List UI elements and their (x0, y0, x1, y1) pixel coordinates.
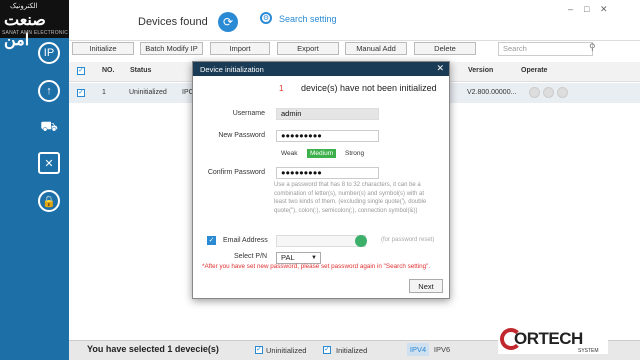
device-initialization-dialog: Device initialization ✕ 1 device(s) have… (192, 61, 450, 299)
dialog-title: Device initialization (200, 65, 264, 74)
col-no: NO. (102, 67, 115, 74)
pn-label: Select P/N (234, 253, 268, 260)
strength-strong: Strong (345, 150, 365, 157)
email-placeholder: (for password reset) (381, 237, 435, 243)
email-field[interactable] (276, 235, 366, 247)
row-no: 1 (102, 89, 106, 96)
initialized-label: Initialized (336, 346, 368, 355)
logo: الکترونیک صنعت امن SANAT AMN ELECTRONIC (0, 0, 69, 49)
password-hint: Use a password that has 8 to 32 characte… (274, 182, 427, 214)
ipv6-tab[interactable]: IPV6 (431, 343, 453, 356)
strength-weak: Weak (281, 150, 298, 157)
search-setting-icon[interactable]: ⚙ (260, 12, 272, 24)
manual-add-button[interactable]: Manual Add (345, 42, 407, 55)
web-icon[interactable] (543, 87, 554, 98)
page-title: Devices found (138, 16, 208, 28)
export-button[interactable]: Export (277, 42, 339, 55)
next-button[interactable]: Next (409, 279, 443, 293)
uninitialized-checkbox[interactable]: ✓ (255, 346, 263, 354)
logo-line3: SANAT AMN ELECTRONIC (2, 30, 69, 36)
uninitialized-count: 1 (279, 84, 284, 93)
search-setting-link[interactable]: Search setting (279, 14, 337, 24)
dialog-title-bar: Device initialization ✕ (193, 62, 449, 76)
row-checkbox[interactable]: ✓ (77, 89, 85, 97)
restore-icon[interactable]: □ (584, 4, 589, 14)
cortech-name: ORTECH (514, 329, 583, 348)
import-button[interactable]: Import (210, 42, 270, 55)
detail-icon[interactable] (557, 87, 568, 98)
col-operate: Operate (521, 67, 548, 74)
email-label: Email Address (223, 237, 268, 244)
select-all-checkbox[interactable]: ✓ (77, 67, 85, 75)
new-password-label: New Password (218, 132, 265, 139)
uninitialized-count-text: device(s) have not been initialized (301, 83, 437, 93)
tools-icon[interactable]: ✕ (38, 152, 60, 174)
row-status: Uninitialized (129, 89, 167, 96)
pn-value: PAL (281, 253, 295, 262)
email-checkbox[interactable]: ✓ (207, 236, 216, 245)
cortech-watermark: ORTECH SYSTEM (498, 326, 608, 354)
username-field: admin (276, 108, 379, 120)
initialized-checkbox[interactable]: ✓ (323, 346, 331, 354)
upgrade-arrow-icon[interactable]: ↑ (38, 80, 60, 102)
initialize-button[interactable]: Initialize (72, 42, 134, 55)
camera-icon[interactable]: ⛟ (38, 116, 60, 138)
col-version: Version (468, 67, 494, 74)
toolbar: Initialize Batch Modify IP Import Export… (0, 42, 596, 58)
search-input[interactable]: Search (498, 42, 593, 56)
logo-line1: الکترونیک (10, 3, 38, 10)
refresh-icon[interactable]: ⟳ (218, 12, 238, 32)
confirm-password-label: Confirm Password (207, 169, 265, 176)
selection-status: You have selected 1 devecie(s) (87, 344, 219, 354)
ipv4-tab[interactable]: IPV4 (407, 343, 429, 356)
lock-icon[interactable]: 🔒 (38, 190, 60, 212)
uninitialized-label: Uninitialized (266, 346, 307, 355)
minimize-icon[interactable]: – (568, 4, 573, 14)
edit-icon[interactable] (529, 87, 540, 98)
strength-medium: Medium (307, 149, 337, 158)
username-label: Username (232, 110, 265, 117)
new-password-field[interactable]: ●●●●●●●●● (276, 130, 379, 142)
delete-button[interactable]: Delete (414, 42, 476, 55)
chevron-down-icon: ▼ (311, 255, 317, 261)
search-icon[interactable]: ⚲ (589, 42, 596, 53)
close-icon[interactable]: ✕ (600, 4, 608, 15)
app-window: الکترونیک صنعت امن SANAT AMN ELECTRONIC … (0, 0, 640, 360)
password-warning: *After you have set new password, please… (202, 263, 431, 270)
email-redaction (355, 235, 367, 247)
batch-modify-ip-button[interactable]: Batch Modify IP (140, 42, 203, 55)
row-version: V2.800.00000... (467, 89, 517, 96)
confirm-password-field[interactable]: ●●●●●●●●● (276, 167, 379, 179)
cortech-system: SYSTEM (578, 348, 599, 354)
col-status: Status (130, 67, 152, 74)
dialog-close-icon[interactable]: ✕ (436, 63, 444, 74)
